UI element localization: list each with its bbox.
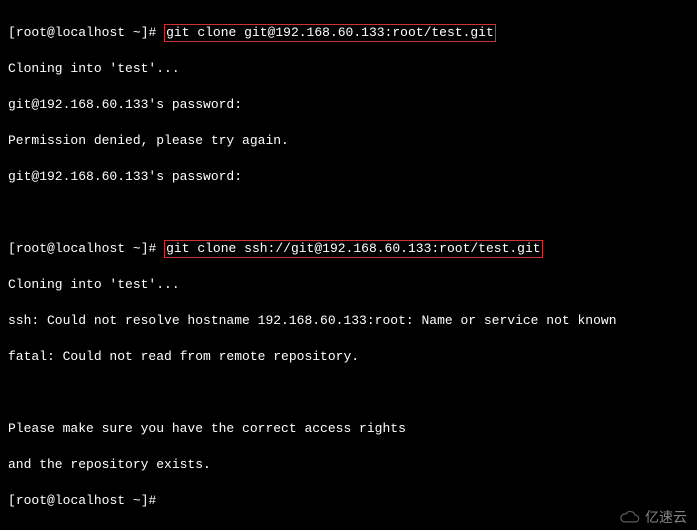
prompt-line[interactable]: [root@localhost ~]# git clone git@192.16…: [8, 24, 689, 42]
cloud-icon: [619, 510, 641, 524]
prompt-dir: ~: [133, 25, 141, 40]
output-line: git@192.168.60.133's password:: [8, 96, 689, 114]
prompt-line[interactable]: [root@localhost ~]#: [8, 492, 689, 510]
output-line: git@192.168.60.133's password:: [8, 168, 689, 186]
output-line: and the repository exists.: [8, 456, 689, 474]
output-line: Please make sure you have the correct ac…: [8, 420, 689, 438]
output-line: Permission denied, please try again.: [8, 132, 689, 150]
output-line: fatal: Could not read from remote reposi…: [8, 348, 689, 366]
prompt-open: [: [8, 25, 16, 40]
prompt-line[interactable]: [root@localhost ~]# git clone ssh://git@…: [8, 240, 689, 258]
command-git-clone-ssh-explicit: git clone ssh://git@192.168.60.133:root/…: [164, 240, 542, 258]
prompt-host: localhost: [55, 25, 125, 40]
output-line: ssh: Could not resolve hostname 192.168.…: [8, 312, 689, 330]
blank-line: [8, 204, 689, 222]
watermark: 亿速云: [619, 508, 687, 526]
blank-line: [8, 384, 689, 402]
output-line: Cloning into 'test'...: [8, 276, 689, 294]
command-git-clone-ssh-implicit: git clone git@192.168.60.133:root/test.g…: [164, 24, 496, 42]
prompt-symbol: #: [149, 25, 157, 40]
prompt-user: root: [16, 25, 47, 40]
watermark-text: 亿速云: [645, 508, 687, 526]
terminal-output: [root@localhost ~]# git clone git@192.16…: [0, 0, 697, 530]
output-line: Cloning into 'test'...: [8, 60, 689, 78]
